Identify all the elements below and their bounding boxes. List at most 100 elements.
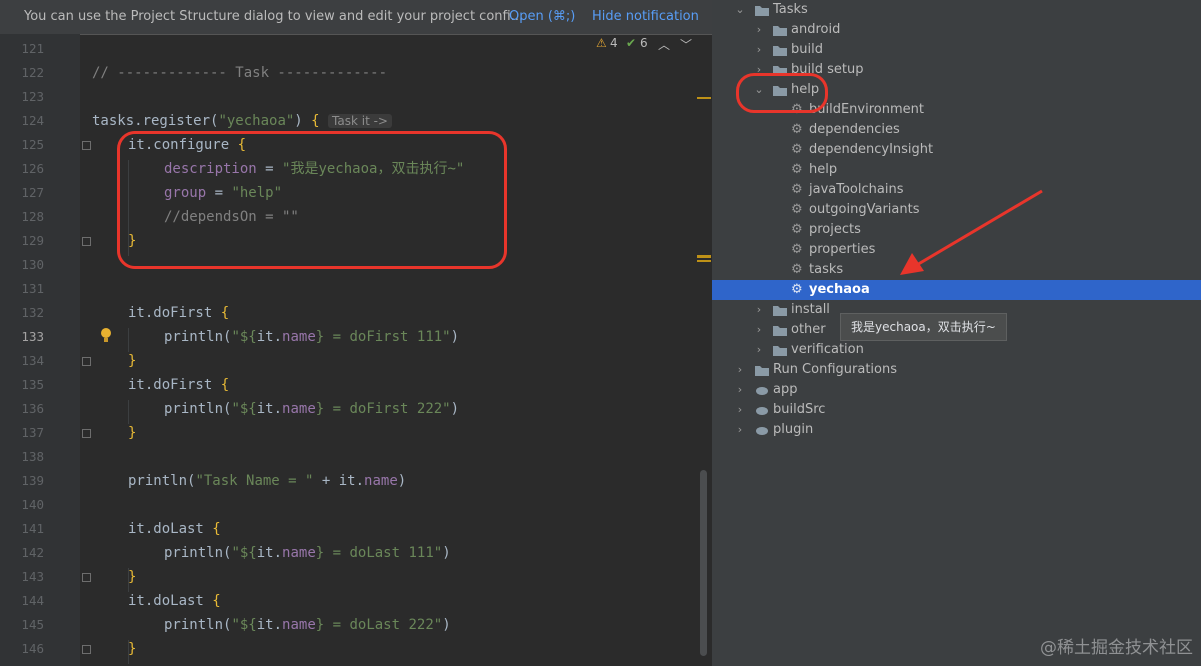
fold-marker[interactable] xyxy=(82,141,91,150)
gear-icon: ⚙ xyxy=(791,142,803,157)
chevron-right-icon[interactable]: › xyxy=(734,360,746,380)
code-line: it.doFirst { xyxy=(128,305,230,321)
chevron-right-icon[interactable]: › xyxy=(753,300,765,320)
line-number: 143 xyxy=(21,569,44,584)
tree-label: build xyxy=(791,42,823,57)
annotation-circle xyxy=(736,73,828,113)
line-number: 139 xyxy=(21,473,44,488)
tree-node-run-configurations[interactable]: › Run Configurations xyxy=(712,360,1201,380)
line-number: 131 xyxy=(21,281,44,296)
chevron-right-icon[interactable]: › xyxy=(753,320,765,340)
code-line: println("${it.name} = doLast 222") xyxy=(164,617,451,633)
fold-marker[interactable] xyxy=(82,357,91,366)
tree-node-plugin[interactable]: › plugin xyxy=(712,420,1201,440)
tree-node-tasks[interactable]: ⌄ Tasks xyxy=(712,0,1201,20)
tree-label: Tasks xyxy=(773,2,808,17)
tree-label: verification xyxy=(791,342,864,357)
fold-marker[interactable] xyxy=(82,429,91,438)
line-number: 134 xyxy=(21,353,44,368)
line-number: 129 xyxy=(21,233,44,248)
folder-icon xyxy=(773,26,787,36)
lightbulb-icon[interactable] xyxy=(100,327,112,343)
editor-gutter: 121 122 123 124 125 126 127 128 129 130 … xyxy=(0,34,80,666)
gradle-elephant-icon xyxy=(756,387,768,395)
line-number: 123 xyxy=(21,89,44,104)
folder-icon xyxy=(755,366,769,376)
inlay-hint: Task it -> xyxy=(328,114,392,128)
code-editor[interactable]: You can use the Project Structure dialog… xyxy=(0,0,712,666)
tree-label: plugin xyxy=(773,422,814,437)
line-number: 146 xyxy=(21,641,44,656)
tree-task-item[interactable]: ⚙ help xyxy=(712,160,1201,180)
tree-label: projects xyxy=(809,222,861,237)
line-number: 125 xyxy=(21,137,44,152)
tree-node-android[interactable]: › android xyxy=(712,20,1201,40)
tree-node-buildsrc[interactable]: › buildSrc xyxy=(712,400,1201,420)
gear-icon: ⚙ xyxy=(791,182,803,197)
code-line: it.doFirst { xyxy=(128,377,230,393)
fold-marker[interactable] xyxy=(82,237,91,246)
chevron-down-icon[interactable]: ⌄ xyxy=(734,0,746,20)
tree-task-item[interactable]: ⚙ dependencyInsight xyxy=(712,140,1201,160)
error-stripe-mark[interactable] xyxy=(697,97,711,99)
tree-label: help xyxy=(809,162,838,177)
chevron-right-icon[interactable]: › xyxy=(753,340,765,360)
task-description-tooltip: 我是yechaoa，双击执行~ xyxy=(840,313,1007,341)
chevron-right-icon[interactable]: › xyxy=(734,420,746,440)
inspection-widget[interactable]: ⚠ 4 ✔ 6 ︿ ﹀ xyxy=(592,34,712,54)
gear-icon: ⚙ xyxy=(791,202,803,217)
code-line: println("${it.name} = doFirst 222") xyxy=(164,401,460,417)
warning-icon: ⚠ xyxy=(596,36,607,50)
warning-count: 4 xyxy=(610,36,618,50)
tree-label: buildEnvironment xyxy=(809,102,924,117)
line-number-current: 133 xyxy=(21,329,44,344)
line-number: 122 xyxy=(21,65,44,80)
tree-task-item-selected[interactable]: ⚙ yechaoa xyxy=(712,280,1201,300)
line-number: 136 xyxy=(21,401,44,416)
chevron-right-icon[interactable]: › xyxy=(753,20,765,40)
line-number: 135 xyxy=(21,377,44,392)
folder-icon xyxy=(773,306,787,316)
chevron-right-icon[interactable]: › xyxy=(734,400,746,420)
tree-node-app[interactable]: › app xyxy=(712,380,1201,400)
gear-icon: ⚙ xyxy=(791,262,803,277)
chevron-right-icon[interactable]: › xyxy=(753,40,765,60)
weak-warning-icon: ✔ xyxy=(626,36,637,50)
code-line: it.doLast { xyxy=(128,521,221,537)
tree-label: dependencies xyxy=(809,122,900,137)
gear-icon: ⚙ xyxy=(791,242,803,257)
tree-node-build[interactable]: › build xyxy=(712,40,1201,60)
hide-notification-link[interactable]: Hide notification xyxy=(592,0,699,34)
line-number: 128 xyxy=(21,209,44,224)
tree-label: android xyxy=(791,22,841,37)
code-line: } xyxy=(128,353,137,369)
chevron-down-icon[interactable]: ﹀ xyxy=(680,36,692,53)
editor-scrollbar[interactable] xyxy=(700,470,707,656)
fold-marker[interactable] xyxy=(82,573,91,582)
error-stripe-mark[interactable] xyxy=(697,260,711,262)
line-number: 132 xyxy=(21,305,44,320)
chevron-up-icon[interactable]: ︿ xyxy=(658,36,670,53)
tree-label: tasks xyxy=(809,262,844,277)
tree-task-item[interactable]: ⚙ dependencies xyxy=(712,120,1201,140)
line-number: 124 xyxy=(21,113,44,128)
chevron-right-icon[interactable]: › xyxy=(734,380,746,400)
tree-label: app xyxy=(773,382,798,397)
open-project-structure-link[interactable]: Open (⌘;) xyxy=(509,0,575,34)
tree-label: Run Configurations xyxy=(773,362,897,377)
gear-icon: ⚙ xyxy=(791,222,803,237)
folder-icon xyxy=(755,6,769,16)
tree-label: yechaoa xyxy=(809,282,870,297)
line-number: 126 xyxy=(21,161,44,176)
gear-icon: ⚙ xyxy=(791,122,803,137)
line-number: 137 xyxy=(21,425,44,440)
gradle-elephant-icon xyxy=(756,427,768,435)
watermark: @稀土掘金技术社区 xyxy=(1040,638,1193,658)
error-stripe-mark[interactable] xyxy=(697,255,711,258)
tree-label: properties xyxy=(809,242,876,257)
fold-marker[interactable] xyxy=(82,645,91,654)
code-line: println("${it.name} = doLast 111") xyxy=(164,545,451,561)
code-line: it.doLast { xyxy=(128,593,221,609)
tree-node-verification[interactable]: › verification xyxy=(712,340,1201,360)
line-number: 140 xyxy=(21,497,44,512)
